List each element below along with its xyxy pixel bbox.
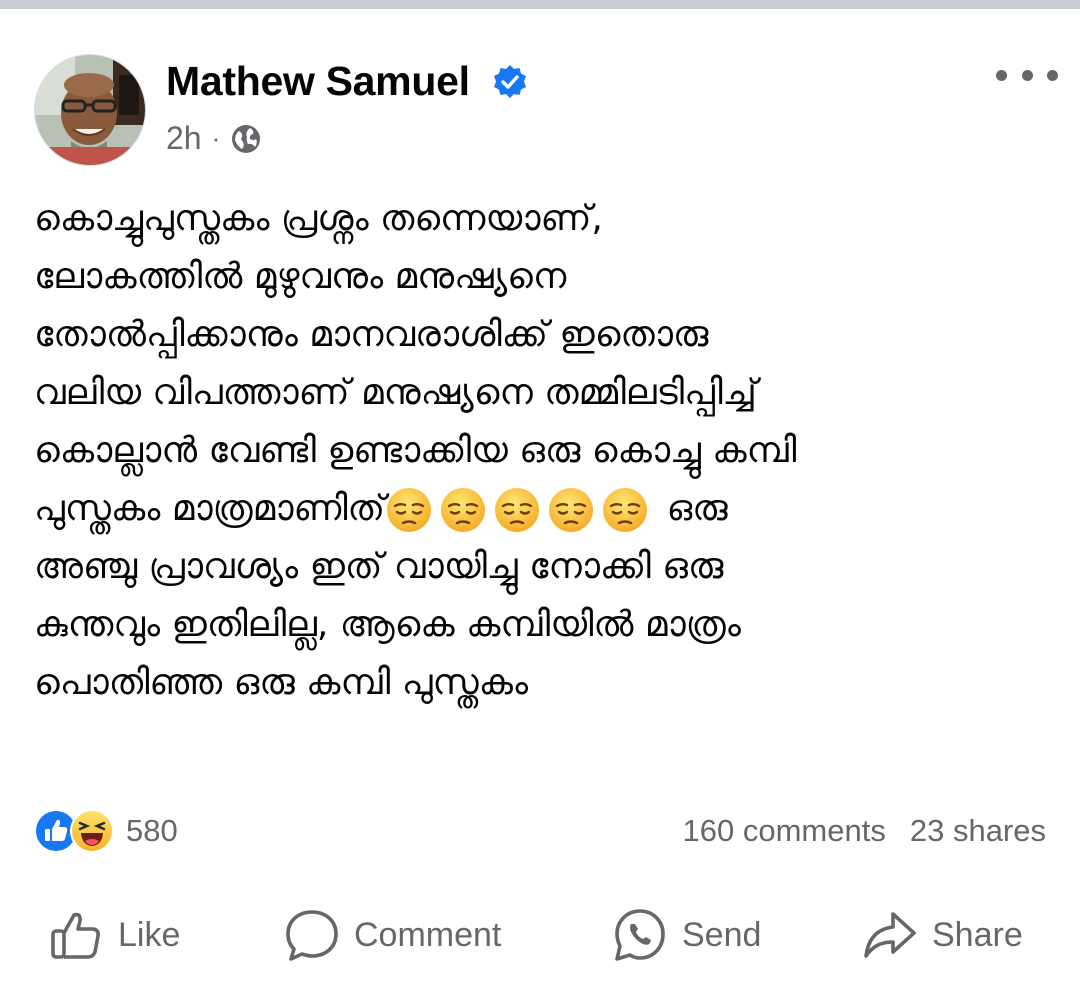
share-button[interactable]: Share [862, 900, 1023, 970]
share-icon [864, 912, 916, 958]
shares-count[interactable]: 23 shares [910, 813, 1046, 849]
haha-reaction-icon [70, 809, 114, 853]
post-line: പൊതിഞ്ഞ ഒരു കമ്പി പുസ്തകം [34, 662, 529, 703]
comment-icon [286, 910, 338, 961]
globe-icon [232, 124, 261, 153]
comment-button[interactable]: Comment [284, 900, 501, 970]
top-divider [0, 0, 1080, 22]
pensive-face-emoji [495, 488, 540, 532]
post-line: അഞ്ചു പ്രാവശ്യം ഇത് വായിച്ചു നോക്കി ഒരു [34, 546, 724, 587]
verified-badge-icon [494, 65, 526, 98]
post-line-suffix: ഒരു [666, 488, 728, 529]
like-button[interactable]: Like [48, 900, 180, 970]
send-label: Send [682, 915, 762, 954]
more-options-icon[interactable] [996, 60, 1058, 90]
post-line-with-emoji: പുസ്തകം മാത്രമാണിത് ഒരു [34, 480, 1054, 538]
post-meta: 2h · [166, 120, 262, 157]
post-line: വലിയ വിപത്താണ് മനുഷ്യനെ തമ്മിലടിപ്പിച്ച് [34, 372, 757, 413]
post-time[interactable]: 2h [166, 120, 202, 157]
post-line: കൊച്ചുപുസ്തകം പ്രശ്നം തന്നെയാണ്, [34, 198, 603, 239]
reaction-count: 580 [126, 813, 178, 848]
action-bar: Like Comment Send Share [0, 900, 1080, 970]
send-button[interactable]: Send [612, 900, 761, 970]
like-icon [51, 912, 100, 959]
post-line: ലോകത്തിൽ മുഴുവനും മനുഷ്യനെ [34, 256, 567, 297]
pensive-face-emoji [549, 488, 594, 532]
meta-separator: · [211, 123, 221, 153]
pensive-face-emoji [603, 488, 648, 532]
post-line: തോൽപ്പിക്കാനും മാനവരാശിക്ക് ഇതൊരു [34, 314, 709, 355]
comment-label: Comment [354, 915, 502, 954]
like-label: Like [118, 915, 181, 954]
share-label: Share [932, 915, 1023, 954]
reactions-summary[interactable]: 580 [34, 808, 178, 854]
author-avatar[interactable] [34, 54, 146, 166]
whatsapp-icon [615, 909, 665, 961]
emoji-group [385, 488, 655, 532]
post-body: കൊച്ചുപുസ്തകം പ്രശ്നം തന്നെയാണ്, ലോകത്തി… [34, 190, 1054, 712]
comments-count[interactable]: 160 comments [683, 813, 886, 849]
post-line-text: പുസ്തകം മാത്രമാണിത് [34, 488, 386, 529]
post-stats: 160 comments 23 shares [683, 808, 1046, 854]
pensive-face-emoji [441, 488, 486, 532]
pensive-face-emoji [387, 488, 432, 532]
post-line: കൊല്ലാൻ വേണ്ടി ഉണ്ടാക്കിയ ഒരു കൊച്ചു കമ്… [34, 430, 797, 471]
post-line: കുന്തവും ഇതിലില്ല, ആകെ കമ്പിയിൽ മാത്രം [34, 604, 741, 645]
author-name[interactable]: Mathew Samuel [166, 58, 470, 105]
